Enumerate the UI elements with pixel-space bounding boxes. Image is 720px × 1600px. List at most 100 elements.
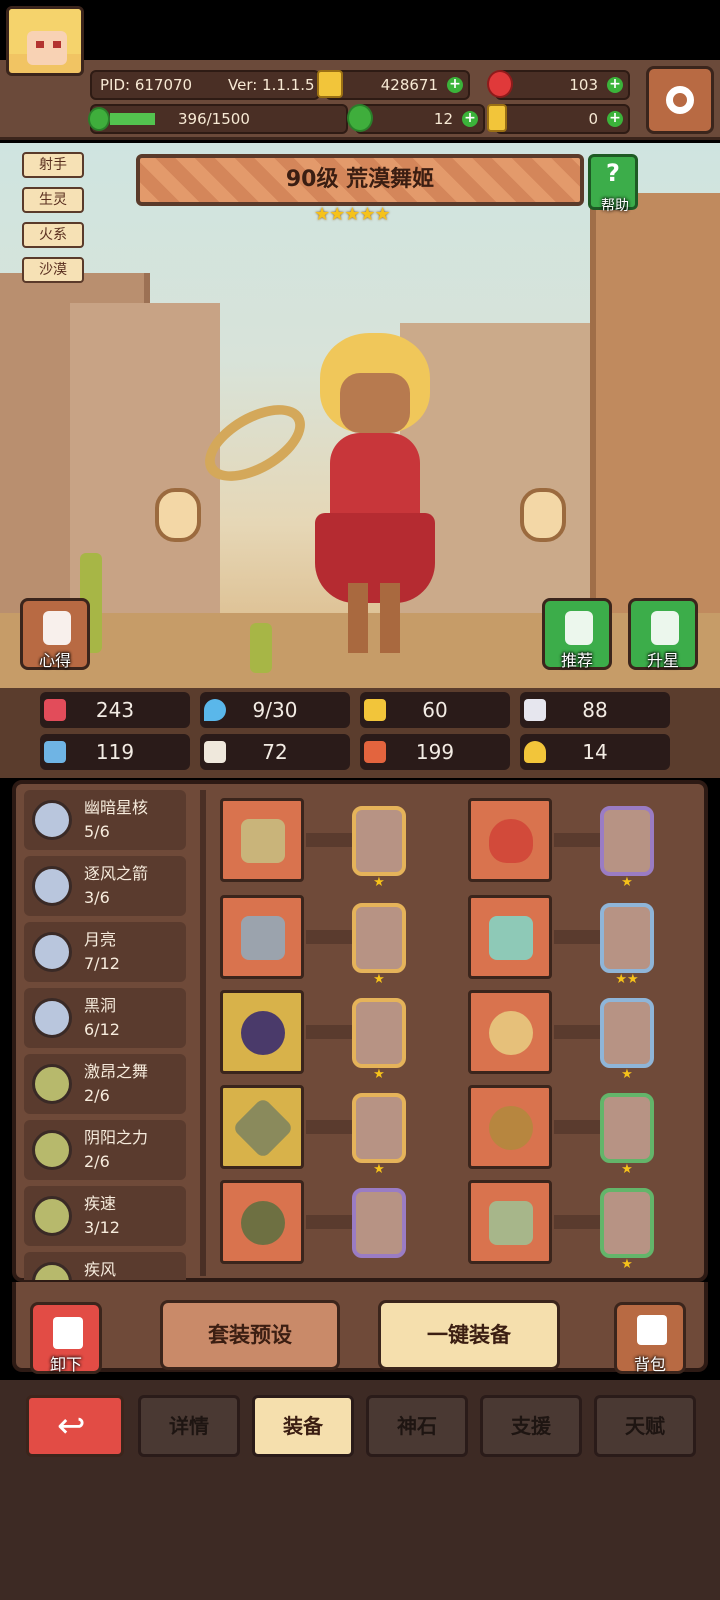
set-item[interactable]: 幽暗星核 5/6	[24, 790, 186, 850]
rune-card[interactable]: ★	[352, 998, 406, 1082]
tab-details[interactable]: 详情	[138, 1395, 240, 1457]
set-item[interactable]: 激昂之舞 2/6	[24, 1054, 186, 1114]
unequip-button[interactable]: 卸下	[30, 1302, 102, 1374]
tab-talent[interactable]: 天赋	[594, 1395, 696, 1457]
rune-card[interactable]: ★	[600, 1093, 654, 1177]
chestplate-icon	[489, 819, 533, 863]
tag-race[interactable]: 生灵	[22, 187, 84, 213]
equip-slot-gem[interactable]	[220, 1085, 304, 1169]
stat-agility: 88	[520, 692, 670, 728]
equip-slot-boots[interactable]	[468, 1180, 552, 1264]
card-stars: ★★	[615, 972, 639, 987]
set-item[interactable]: 阴阳之力 2/6	[24, 1120, 186, 1180]
necklace-icon	[241, 1011, 285, 1055]
tab-divine-stone[interactable]: 神石	[366, 1395, 468, 1457]
card-stars: ★	[621, 1162, 633, 1177]
tag-element[interactable]: 火系	[22, 222, 84, 248]
set-item[interactable]: 月亮 7/12	[24, 922, 186, 982]
set-count: 2/6	[84, 1086, 110, 1105]
rune-card[interactable]: ★	[352, 903, 406, 987]
backpack-button[interactable]: 背包	[614, 1302, 686, 1374]
help-label: 帮助	[601, 198, 629, 214]
key-value: 0	[588, 110, 598, 128]
set-item[interactable]: 疾速 3/12	[24, 1186, 186, 1246]
set-bonus-list[interactable]: 幽暗星核 5/6 逐风之箭 3/6 月亮 7/12 黑洞 6/12 激昂之舞 2…	[24, 790, 188, 1280]
moon-icon	[32, 932, 72, 972]
equip-slot-chest[interactable]	[468, 798, 552, 882]
yin-yang-icon	[32, 1130, 72, 1170]
unequip-label: 卸下	[49, 1355, 82, 1374]
stat-attack: 119	[40, 734, 190, 770]
set-preset-button[interactable]: 套装预设	[160, 1300, 340, 1370]
backpack-icon	[637, 1315, 667, 1345]
tips-button[interactable]: 心得	[20, 598, 90, 670]
equip-slot-ring-ornament[interactable]	[468, 990, 552, 1074]
stat-mana-value: 9/30	[252, 698, 298, 722]
rune-card[interactable]: ★	[600, 998, 654, 1082]
settings-button[interactable]	[646, 66, 714, 134]
clover-value: 12	[433, 110, 453, 128]
water-drop-icon	[204, 699, 226, 721]
set-item[interactable]: 疾风	[24, 1252, 186, 1280]
set-name: 激昂之舞	[84, 1062, 149, 1081]
stat-magic: 72	[200, 734, 350, 770]
crescent-icon	[32, 998, 72, 1038]
tag-faction[interactable]: 沙漠	[22, 257, 84, 283]
equip-slot-arrow[interactable]	[220, 895, 304, 979]
stat-defense-value: 60	[422, 698, 448, 722]
rune-card[interactable]: ★	[352, 1093, 406, 1177]
set-count: 5/6	[84, 822, 110, 841]
card-stars: ★	[373, 1067, 385, 1082]
equip-slot-necklace[interactable]	[220, 990, 304, 1074]
clover-icon	[88, 107, 110, 131]
add-gold-button[interactable]: +	[447, 77, 463, 93]
clover-icon	[347, 104, 373, 132]
hero-title: 90级 荒漠舞姬	[136, 154, 584, 206]
clover-counter: 12 +	[347, 104, 485, 134]
hero-skirt	[315, 513, 435, 603]
set-count: 7/12	[84, 954, 120, 973]
add-key-button[interactable]: +	[607, 111, 623, 127]
set-item[interactable]: 黑洞 6/12	[24, 988, 186, 1048]
equip-all-button[interactable]: 一键装备	[378, 1300, 560, 1370]
add-ruby-button[interactable]: +	[607, 77, 623, 93]
set-count: 2/6	[84, 1152, 110, 1171]
ruby-counter: 103 +	[487, 70, 630, 100]
tab-support[interactable]: 支援	[480, 1395, 582, 1457]
slot-connector	[306, 930, 352, 944]
thumbs-up-icon	[565, 611, 593, 645]
set-item[interactable]: 逐风之箭 3/6	[24, 856, 186, 916]
equip-slot-bow[interactable]	[220, 798, 304, 882]
equip-slot-pot[interactable]	[220, 1180, 304, 1264]
rune-card[interactable]	[352, 1188, 406, 1258]
hero-tags: 射手 生灵 火系 沙漠	[22, 152, 84, 292]
equip-slot-armor[interactable]	[468, 895, 552, 979]
pid-version-bar: PID: 617070 Ver: 1.1.1.5	[90, 70, 320, 100]
dark-star-core-icon	[32, 800, 72, 840]
recommend-button[interactable]: 推荐	[542, 598, 612, 670]
gold-value: 428671	[380, 76, 438, 94]
add-clover-button[interactable]: +	[462, 111, 478, 127]
card-stars: ★	[621, 1257, 633, 1272]
hero-character-sprite[interactable]	[300, 333, 450, 653]
rune-card[interactable]: ★	[600, 1188, 654, 1272]
slot-connector	[306, 1120, 352, 1134]
help-button[interactable]: ? 帮助	[588, 154, 638, 214]
slot-connector	[554, 1025, 600, 1039]
xp-text: 396/1500	[178, 110, 250, 128]
speed-icon	[32, 1196, 72, 1236]
star-up-button[interactable]: 升星	[628, 598, 698, 670]
fist-icon	[44, 741, 66, 763]
tag-class[interactable]: 射手	[22, 152, 84, 178]
panel-divider	[200, 790, 206, 1276]
stat-attack-value: 119	[95, 740, 135, 764]
equip-slot-ring[interactable]	[468, 1085, 552, 1169]
backpack-label: 背包	[633, 1355, 666, 1374]
rune-card[interactable]: ★	[600, 806, 654, 890]
tab-equipment[interactable]: 装备	[252, 1395, 354, 1457]
gold-coin-icon	[317, 70, 343, 98]
rune-card[interactable]: ★	[352, 806, 406, 890]
player-avatar[interactable]	[6, 6, 84, 76]
set-name: 幽暗星核	[84, 798, 149, 817]
rune-card[interactable]: ★★	[600, 903, 654, 987]
